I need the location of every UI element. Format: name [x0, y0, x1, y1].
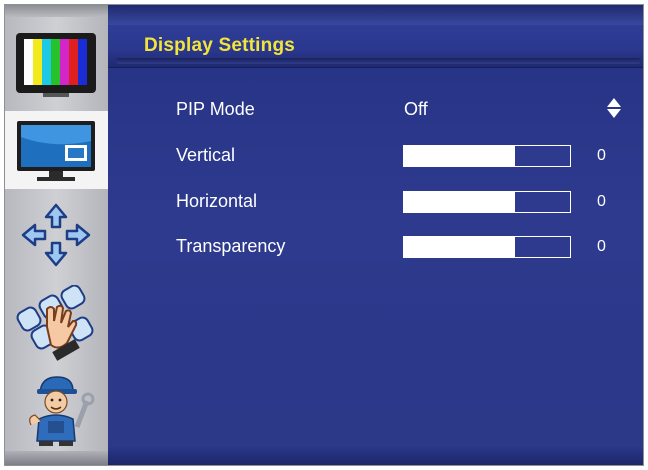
title-underline — [116, 58, 641, 64]
vertical-slider-fill — [404, 146, 516, 166]
technician-icon — [29, 376, 95, 446]
position-arrows-icon — [21, 203, 91, 267]
sidebar-bottom-strip — [5, 451, 108, 465]
horizontal-value: 0 — [597, 193, 606, 210]
vertical-value: 0 — [597, 147, 606, 164]
sidebar-item-service[interactable] — [5, 365, 108, 446]
sidebar-item-position[interactable] — [5, 195, 108, 273]
horizontal-slider[interactable] — [403, 191, 571, 213]
transparency-label: Transparency — [176, 236, 286, 256]
horizontal-slider-fill — [404, 192, 516, 212]
title-bar: Display Settings — [108, 25, 643, 68]
up-down-arrow-icon[interactable] — [606, 97, 622, 119]
sidebar — [5, 5, 108, 465]
vertical-label: Vertical — [176, 145, 236, 165]
osd-window: Display Settings PIP Mode Off Vertical 0… — [4, 4, 644, 466]
vertical-slider[interactable] — [403, 145, 571, 167]
transparency-slider-fill — [404, 237, 516, 257]
main-panel: Display Settings PIP Mode Off Vertical 0… — [108, 5, 643, 465]
bottom-bar — [108, 447, 643, 465]
sidebar-item-display[interactable] — [5, 111, 108, 189]
transparency-value: 0 — [597, 238, 606, 255]
horizontal-label: Horizontal — [176, 191, 258, 211]
transparency-slider[interactable] — [403, 236, 571, 258]
sidebar-item-controls[interactable] — [5, 281, 108, 361]
top-band — [108, 5, 643, 25]
page-title: Display Settings — [144, 35, 296, 56]
pip-mode-label: PIP Mode — [176, 99, 255, 119]
sidebar-top-strip — [5, 5, 108, 17]
pip-mode-value[interactable]: Off — [404, 99, 428, 120]
sidebar-item-picture[interactable] — [5, 25, 108, 103]
pip-monitor-icon — [17, 121, 95, 181]
keypad-hand-icon — [16, 285, 94, 361]
color-bars-tv-icon — [16, 33, 96, 97]
